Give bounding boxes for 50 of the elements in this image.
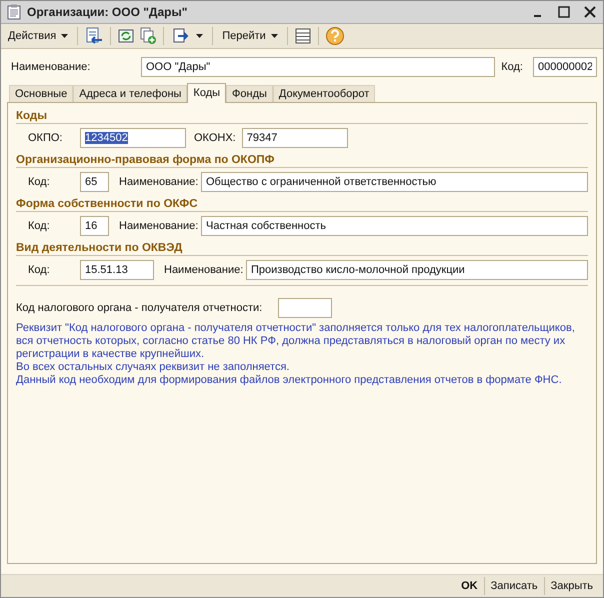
document-icon xyxy=(7,4,21,20)
caret-icon xyxy=(270,34,278,38)
input-field[interactable]: Производство кисло-молочной продукции xyxy=(246,260,588,280)
field-label: Наименование: xyxy=(164,264,244,276)
field-label: Наименование: xyxy=(119,176,200,188)
list-settings-icon[interactable] xyxy=(294,27,312,45)
tax-code-label: Код налогового органа - получателя отчетности: xyxy=(16,302,262,314)
section-heading: Форма собственности по ОКФС xyxy=(16,198,588,212)
section-heading: Вид деятельности по ОКВЭД xyxy=(16,242,588,256)
input-field[interactable]: 65 xyxy=(80,172,109,192)
name-label: Наименование: xyxy=(11,61,92,73)
document-arrow-icon[interactable] xyxy=(84,27,104,45)
close-icon[interactable] xyxy=(583,5,597,19)
field-label: Наименование: xyxy=(119,220,200,232)
field-label: Код: xyxy=(27,176,51,188)
actions-menu[interactable]: Действия xyxy=(5,29,72,43)
tab[interactable]: Фонды xyxy=(226,85,273,102)
field-label: Код: xyxy=(27,220,51,232)
caret-icon xyxy=(196,34,204,38)
input-field[interactable]: 15.51.13 xyxy=(80,260,154,280)
tax-code-field[interactable] xyxy=(278,298,332,318)
dialog-button[interactable]: Записать xyxy=(484,578,544,594)
code-label: Код: xyxy=(501,61,523,73)
goto-menu[interactable]: Перейти xyxy=(219,29,281,43)
input-field[interactable]: 16 xyxy=(80,216,109,236)
help-icon[interactable] xyxy=(324,26,345,46)
input-field[interactable]: Общество с ограниченной ответственностью xyxy=(201,172,588,192)
info-note: Данный код необходим для формирования файлов электронного представления отчетов в формате ФНС. xyxy=(16,374,563,387)
dialog-button[interactable]: OK xyxy=(455,578,484,594)
field-label: Код: xyxy=(27,264,51,276)
input-field[interactable]: 79347 xyxy=(242,128,348,148)
name-field[interactable]: ООО "Дары" xyxy=(141,57,496,77)
tab[interactable]: Документооборот xyxy=(272,85,376,102)
info-note: Реквизит "Код налогового органа - получателя отчетности" заполняется только для тех налогоплательщиков, вся отчетность которых, согласно статье 80 НК РФ, должна представляться в налоговый орган по месту их регистрации в качестве крупнейших. xyxy=(16,322,576,361)
window-title: Организации: ООО "Дары" xyxy=(27,5,188,19)
input-field[interactable]: Частная собственность xyxy=(201,216,588,236)
caret-icon xyxy=(61,34,68,38)
tab[interactable]: Коды xyxy=(187,83,226,103)
refresh-icon[interactable] xyxy=(117,27,136,45)
info-note: Во всех остальных случаях реквизит не заполняется. xyxy=(16,361,290,374)
input-field[interactable]: 1234502 xyxy=(80,128,186,148)
tab[interactable]: Основные xyxy=(9,85,74,102)
copy-add-icon[interactable] xyxy=(139,27,158,45)
dialog-button[interactable]: Закрыть xyxy=(544,578,599,594)
maximize-icon[interactable] xyxy=(557,5,571,19)
section-heading: Организационно-правовая форма по ОКОПФ xyxy=(16,154,588,168)
field-label: ОКПО: xyxy=(27,132,64,144)
field-label: ОКОНХ: xyxy=(194,132,236,144)
section-heading: Коды xyxy=(16,110,588,124)
tab[interactable]: Адреса и телефоны xyxy=(73,85,188,102)
